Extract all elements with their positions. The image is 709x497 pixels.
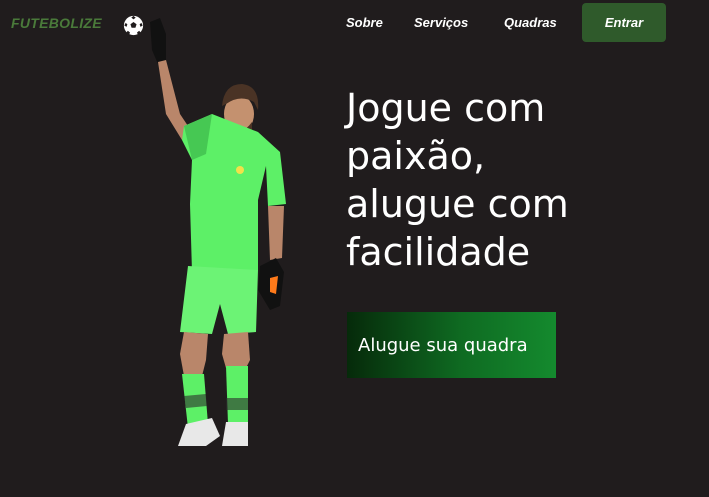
headline-line: Jogue com <box>346 86 546 130</box>
nav-link-servicos[interactable]: Serviços <box>414 15 468 30</box>
nav-link-quadras[interactable]: Quadras <box>504 15 557 30</box>
hero-headline: Jogue com paixão, alugue com facilidade <box>346 84 686 276</box>
nav-link-sobre[interactable]: Sobre <box>346 15 383 30</box>
headline-line: alugue com <box>346 182 569 226</box>
goalkeeper-photo <box>150 18 286 446</box>
rent-court-button[interactable]: Alugue sua quadra <box>347 312 556 378</box>
headline-line: facilidade <box>346 230 531 274</box>
brand-logo[interactable]: FUTEBOLIZE <box>11 15 102 31</box>
login-button[interactable]: Entrar <box>582 3 666 42</box>
headline-line: paixão, <box>346 134 486 178</box>
